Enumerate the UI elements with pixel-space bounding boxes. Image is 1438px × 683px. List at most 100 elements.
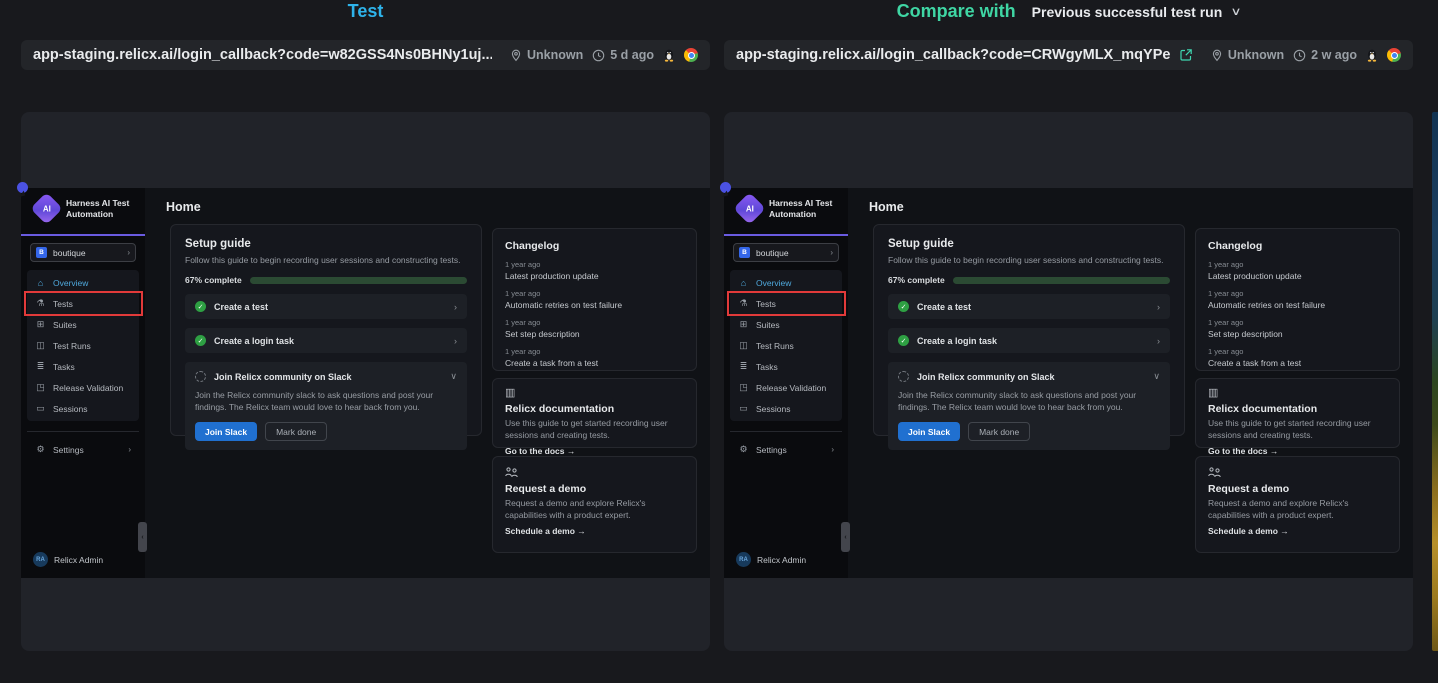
next-screenshot-edge [1432,112,1438,651]
chrome-icon [1387,48,1401,62]
check-circle-icon: ✓ [898,301,909,312]
location-meta: Unknown [1211,48,1284,62]
changelog-entry: 1 year ago Automatic retries on test fai… [1208,289,1387,310]
tag-icon: ◳ [738,382,749,393]
project-badge: B [739,247,750,258]
sidebar-item-tasks: ≣ Tasks [730,356,842,377]
progress-label: 67% complete [185,275,242,285]
app-sidebar: AI Harness AI TestAutomation B boutique … [724,188,848,578]
linux-icon [1366,48,1378,62]
user-name: Relicx Admin [757,555,806,565]
linux-icon [663,48,675,62]
mark-done-button: Mark done [265,422,327,441]
right-pane-header: Compare with Previous successful test ru… [724,1,1413,22]
sidebar-item-tests: ⚗ Tests [730,293,842,314]
brand: AI Harness AI TestAutomation [738,197,832,220]
setup-guide-title: Setup guide [888,238,1170,250]
project-selector: B boutique › [733,243,839,262]
app-main: Home Setup guide Follow this guide to be… [145,188,710,578]
check-circle-icon: ✓ [195,335,206,346]
join-slack-button: Join Slack [898,422,960,441]
avatar: RA [736,552,751,567]
slack-step-description: Join the Relicx community slack to ask q… [195,389,441,413]
url-bar-right[interactable]: app-staging.relicx.ai/login_callback?cod… [724,40,1413,70]
grid-icon: ⊞ [35,319,46,330]
setup-progress: 67% complete [185,275,467,285]
sidebar-divider [27,431,139,432]
chevron-right-icon: › [454,302,457,312]
location-meta: Unknown [510,48,583,62]
people-icon [505,467,684,479]
app-sidebar: AI Harness AI TestAutomation B boutique … [21,188,145,578]
tag-icon: ◳ [35,382,46,393]
setup-step-create-login-task: ✓ Create a login task › [185,328,467,353]
book-icon: ▥ [505,388,684,399]
page-title: Home [869,200,904,214]
check-circle-icon: ✓ [195,301,206,312]
changelog-entry: 1 year ago Create a task from a test [1208,347,1387,368]
url-text: app-staging.relicx.ai/login_callback?cod… [736,47,1170,63]
changelog-entry: 1 year ago Create a task from a test [505,347,684,368]
home-icon: ⌂ [35,278,46,288]
setup-step-create-login-task: ✓ Create a login task › [888,328,1170,353]
app-screenshot: AI Harness AI TestAutomation B boutique … [21,188,710,578]
chevron-right-icon: › [127,248,130,257]
chevron-right-icon: › [128,445,131,454]
join-slack-button: Join Slack [195,422,257,441]
sidebar-item-test-runs: ◫ Test Runs [27,335,139,356]
check-circle-icon: ✓ [898,335,909,346]
gear-icon: ⚙ [35,444,46,455]
user-name: Relicx Admin [54,555,103,565]
compare-screenshot-panel: AI Harness AI TestAutomation B boutique … [724,112,1413,651]
setup-guide-card: Setup guide Follow this guide to begin r… [170,224,482,436]
project-name: boutique [756,248,824,258]
project-name: boutique [53,248,121,258]
project-badge: B [36,247,47,258]
home-icon: ⌂ [738,278,749,288]
changelog-title: Changelog [1208,240,1387,252]
columns-icon: ◫ [738,340,749,351]
changelog-entry: 1 year ago Automatic retries on test fai… [505,289,684,310]
progress-label: 67% complete [888,275,945,285]
book-icon: ▥ [1208,388,1387,399]
changelog-entry: 1 year ago Set step description [505,318,684,339]
grid-icon: ⊞ [738,319,749,330]
changelog-card: Changelog 1 year ago Latest production u… [1195,228,1400,371]
flask-icon: ⚗ [35,298,46,309]
cursor-position-badge [17,182,28,193]
user-row: RA Relicx Admin [736,552,806,567]
sidebar-nav: ⌂ Overview ⚗ Tests ⊞ Suites ◫ Test Runs … [730,270,842,421]
mark-done-button: Mark done [968,422,1030,441]
sidebar-item-overview: ⌂ Overview [730,272,842,293]
people-icon [1208,467,1387,479]
location-pin-icon [510,49,522,62]
request-demo-card: Request a demo Request a demo and explor… [492,456,697,553]
setup-guide-title: Setup guide [185,238,467,250]
setup-step-join-slack: Join Relicx community on Slack ∨ Join th… [185,362,467,450]
progress-bar [250,277,467,284]
list-icon: ≣ [738,361,749,372]
project-selector: B boutique › [30,243,136,262]
chevron-right-icon: › [831,445,834,454]
camera-icon: ▭ [35,403,46,414]
sidebar-item-tasks: ≣ Tasks [27,356,139,377]
sidebar-item-settings: ⚙ Settings › [27,439,139,460]
age-meta: 2 w ago [1293,48,1357,62]
documentation-card: ▥ Relicx documentation Use this guide to… [1195,378,1400,448]
gear-icon: ⚙ [738,444,749,455]
setup-step-create-test: ✓ Create a test › [185,294,467,319]
changelog-title: Changelog [505,240,684,252]
age-meta: 5 d ago [592,48,654,62]
chevron-down-icon: ∨ [1153,371,1160,382]
external-link-icon[interactable] [1179,48,1193,62]
sidebar-item-release-validation: ◳ Release Validation [730,377,842,398]
url-bar-left[interactable]: app-staging.relicx.ai/login_callback?cod… [21,40,710,70]
list-icon: ≣ [35,361,46,372]
changelog-entry: 1 year ago Latest production update [505,260,684,281]
go-to-docs-link: Go to the docs → [1208,446,1387,456]
compare-run-dropdown[interactable]: Previous successful test run ∨ [1032,4,1241,20]
chevron-right-icon: › [454,336,457,346]
sidebar-item-suites: ⊞ Suites [27,314,139,335]
sidebar-item-settings: ⚙ Settings › [730,439,842,460]
sidebar-item-release-validation: ◳ Release Validation [27,377,139,398]
